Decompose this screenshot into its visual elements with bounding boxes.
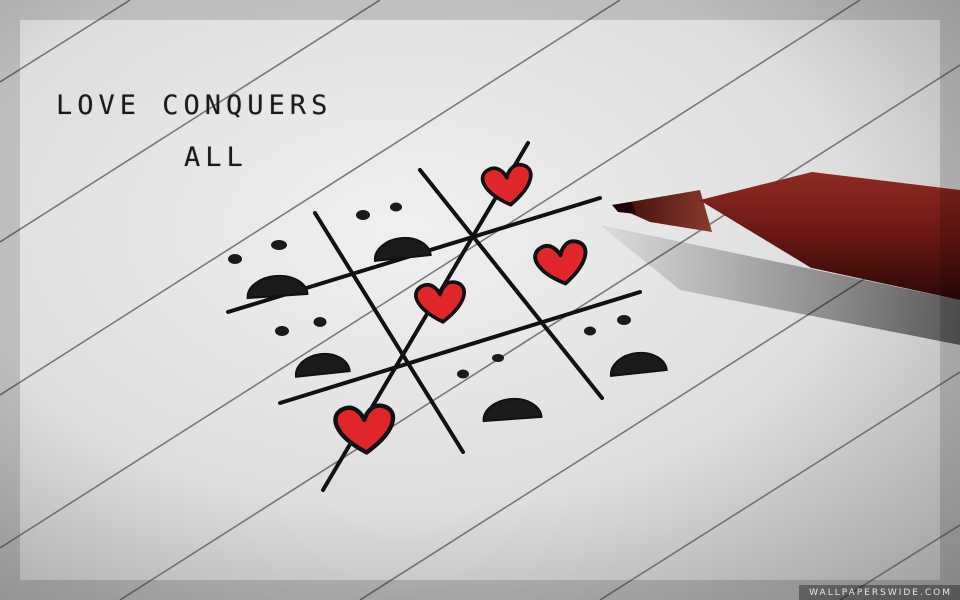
watermark: WALLPAPERSWIDE.COM <box>799 585 960 600</box>
caption-line-2: ALL <box>184 142 248 173</box>
caption-line-1: LOVE CONQUERS <box>56 90 333 121</box>
wallpaper-scene: LOVE CONQUERS ALL WALLPAPERSWIDE.COM <box>0 0 960 600</box>
